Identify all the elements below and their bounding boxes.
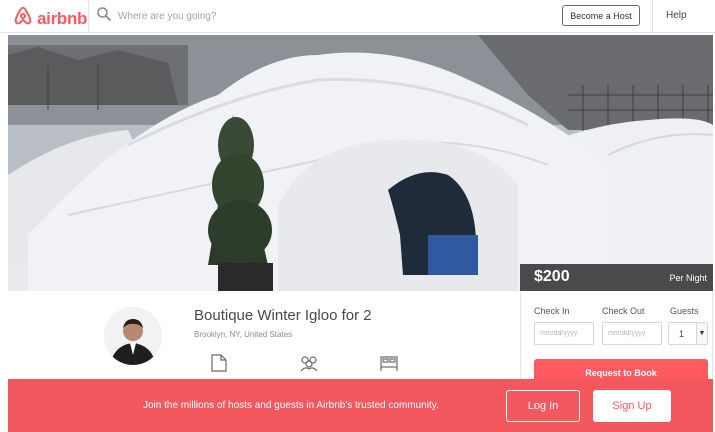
price-bar: $200 Per Night [520, 264, 713, 291]
brand-name: airbnb [37, 8, 88, 28]
per-night-label: Per Night [669, 273, 707, 283]
bed-icon [378, 352, 400, 374]
search-icon [96, 6, 112, 27]
listing-page: airbnb Become a Host Help [0, 0, 715, 432]
room-type-icon [208, 352, 230, 374]
signup-banner: Join the millions of hosts and guests in… [8, 379, 713, 432]
top-nav: airbnb Become a Host Help [0, 0, 715, 33]
nav-divider [88, 0, 89, 33]
help-divider [652, 0, 653, 33]
banner-text: Join the millions of hosts and guests in… [143, 400, 439, 411]
check-out-input[interactable] [602, 322, 662, 345]
search-input[interactable] [118, 11, 318, 22]
help-link[interactable]: Help [666, 10, 687, 21]
listing-photo[interactable] [8, 35, 713, 291]
listing-title: Boutique Winter Igloo for 2 [194, 307, 372, 324]
price-value: $200 [534, 268, 570, 285]
airbnb-logo[interactable]: airbnb [12, 5, 87, 32]
guests-value: 1 [679, 329, 685, 339]
signup-button[interactable]: Sign Up [593, 390, 671, 422]
check-out-label: Check Out [602, 306, 645, 316]
listing-location: Brooklyn, NY, United States [194, 330, 293, 339]
guests-label: Guests [670, 306, 699, 316]
become-host-button[interactable]: Become a Host [562, 5, 640, 26]
search-bar[interactable] [96, 6, 318, 27]
guests-icon [298, 352, 320, 374]
airbnb-logo-icon [12, 5, 34, 32]
check-in-label: Check In [534, 306, 570, 316]
check-in-input[interactable] [534, 322, 594, 345]
host-avatar[interactable] [104, 307, 162, 365]
caret-down-icon: ▼ [696, 323, 707, 344]
login-button[interactable]: Log In [506, 390, 580, 422]
guests-select[interactable]: 1 ▼ [668, 322, 708, 345]
